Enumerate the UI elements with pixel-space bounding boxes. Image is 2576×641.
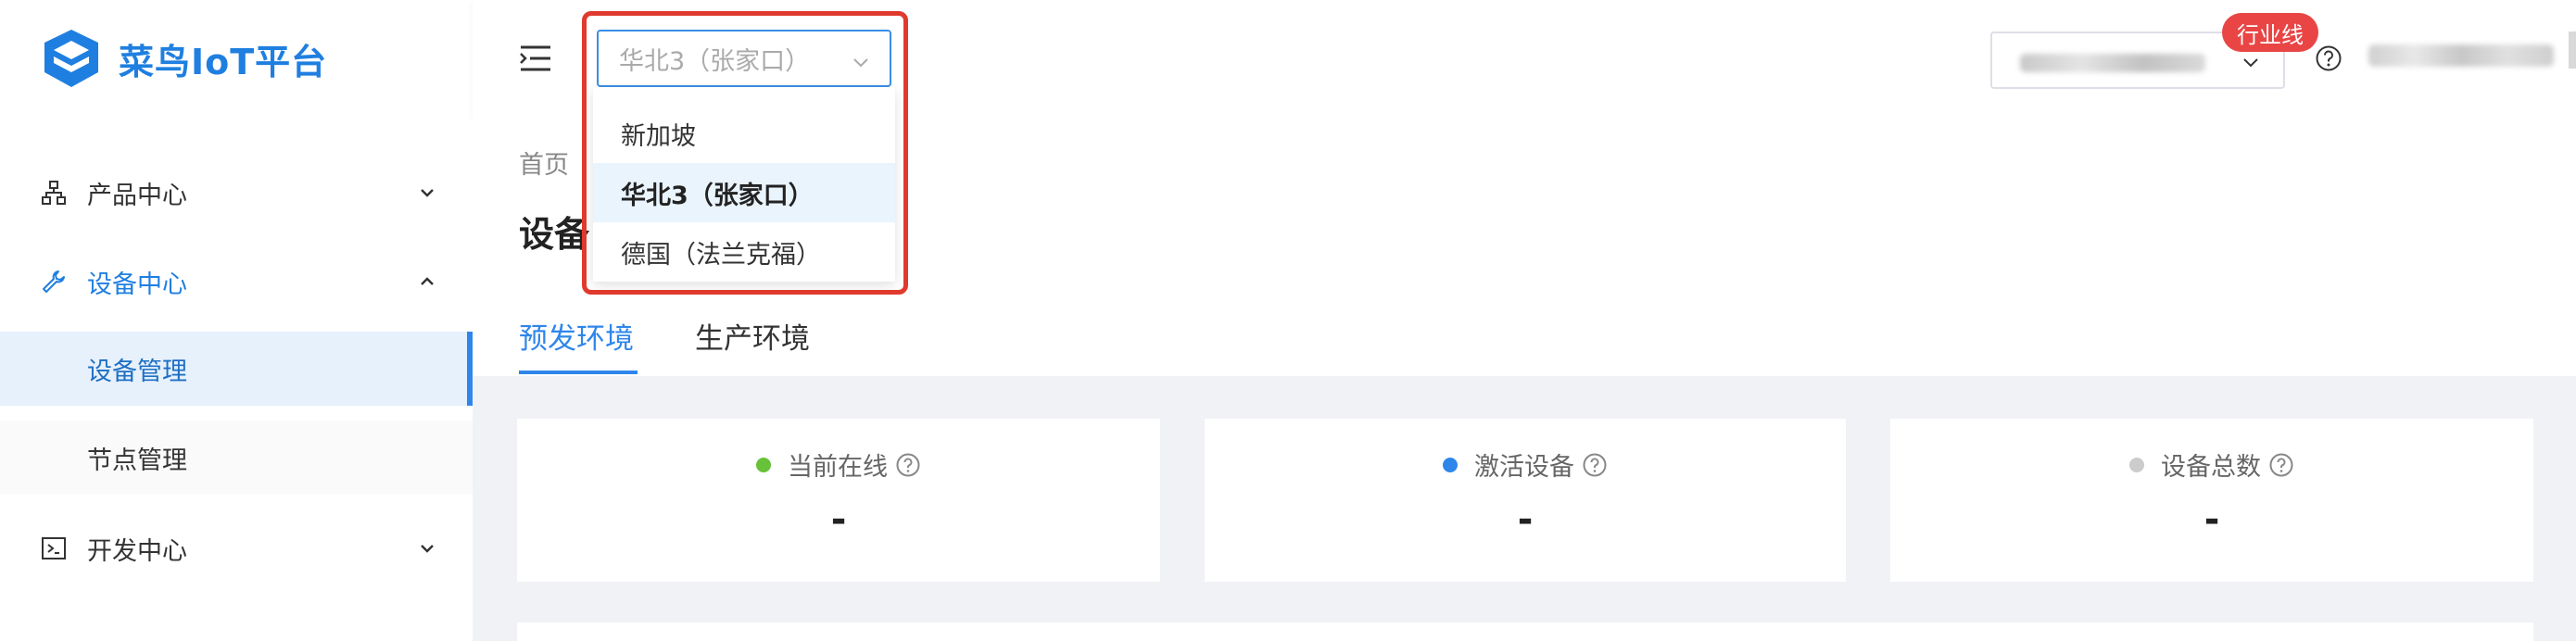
scrollbar[interactable] (2569, 31, 2576, 69)
status-dot (756, 457, 771, 472)
sidebar-item-product-center[interactable]: 产品中心 (0, 148, 473, 237)
org-chart-icon (39, 178, 69, 207)
stat-value: - (830, 498, 847, 541)
stat-card-online: 当前在线 - (517, 419, 1160, 582)
question-circle-icon[interactable] (895, 452, 921, 478)
sidebar-subitem-node-management[interactable]: 节点管理 (0, 421, 473, 495)
tab-active-indicator (519, 371, 638, 374)
sidebar: 菜鸟IoT平台 产品中心 设备中心 设备管理 节点管理 开发中心 (0, 0, 473, 641)
sidebar-item-dev-center[interactable]: 开发中心 (0, 504, 473, 593)
menu-fold-icon[interactable] (519, 44, 552, 72)
status-dot (2129, 457, 2144, 472)
chevron-down-icon (417, 538, 437, 559)
stat-value: - (1517, 498, 1534, 541)
region-option-singapore[interactable]: 新加坡 (593, 104, 895, 163)
region-option-frankfurt[interactable]: 德国（法兰克福） (593, 222, 895, 282)
help-icon[interactable] (2315, 44, 2342, 72)
redacted-user[interactable] (2368, 44, 2554, 67)
sidebar-subitem-label: 节点管理 (87, 446, 187, 475)
stat-value: - (2203, 498, 2220, 541)
region-select-value: 华北3（张家口） (619, 46, 811, 76)
stat-label: 设备总数 (2161, 453, 2261, 482)
stat-label: 当前在线 (788, 453, 888, 482)
content-panel (517, 622, 2533, 641)
app-logo[interactable]: 菜鸟IoT平台 (39, 26, 327, 91)
stat-card-activated: 激活设备 - (1205, 419, 1846, 582)
status-dot (1443, 457, 1458, 472)
sidebar-item-label: 设备中心 (87, 270, 187, 299)
stat-card-total: 设备总数 - (1890, 419, 2533, 582)
region-dropdown: 新加坡 华北3（张家口） 德国（法兰克福） (593, 87, 895, 282)
stat-label: 激活设备 (1474, 453, 1574, 482)
question-circle-icon[interactable] (1582, 452, 1608, 478)
chevron-down-icon (851, 50, 871, 70)
region-option-zhangjiakou[interactable]: 华北3（张家口） (593, 163, 895, 222)
region-select[interactable]: 华北3（张家口） (597, 30, 891, 87)
sidebar-subitem-label: 设备管理 (87, 357, 187, 386)
sidebar-item-label: 开发中心 (87, 536, 187, 566)
sidebar-item-device-center[interactable]: 设备中心 (0, 237, 473, 326)
tab-production[interactable]: 生产环境 (695, 315, 810, 357)
industry-line-badge: 行业线 (2222, 13, 2318, 52)
sidebar-subitem-device-management[interactable]: 设备管理 (0, 332, 473, 406)
redacted-text (2020, 54, 2205, 72)
sidebar-item-label: 产品中心 (87, 181, 187, 210)
tab-pre-release[interactable]: 预发环境 (519, 315, 634, 357)
page-title: 设备 (519, 214, 590, 255)
cube-logo-icon (44, 30, 98, 87)
wrench-icon (39, 267, 69, 296)
question-circle-icon[interactable] (2268, 452, 2294, 478)
chevron-down-icon (417, 182, 437, 203)
chevron-up-icon (417, 271, 437, 292)
breadcrumb[interactable]: 首页 (519, 145, 569, 181)
chevron-down-icon (2241, 52, 2261, 72)
terminal-icon (39, 534, 69, 563)
app-title: 菜鸟IoT平台 (119, 41, 328, 82)
